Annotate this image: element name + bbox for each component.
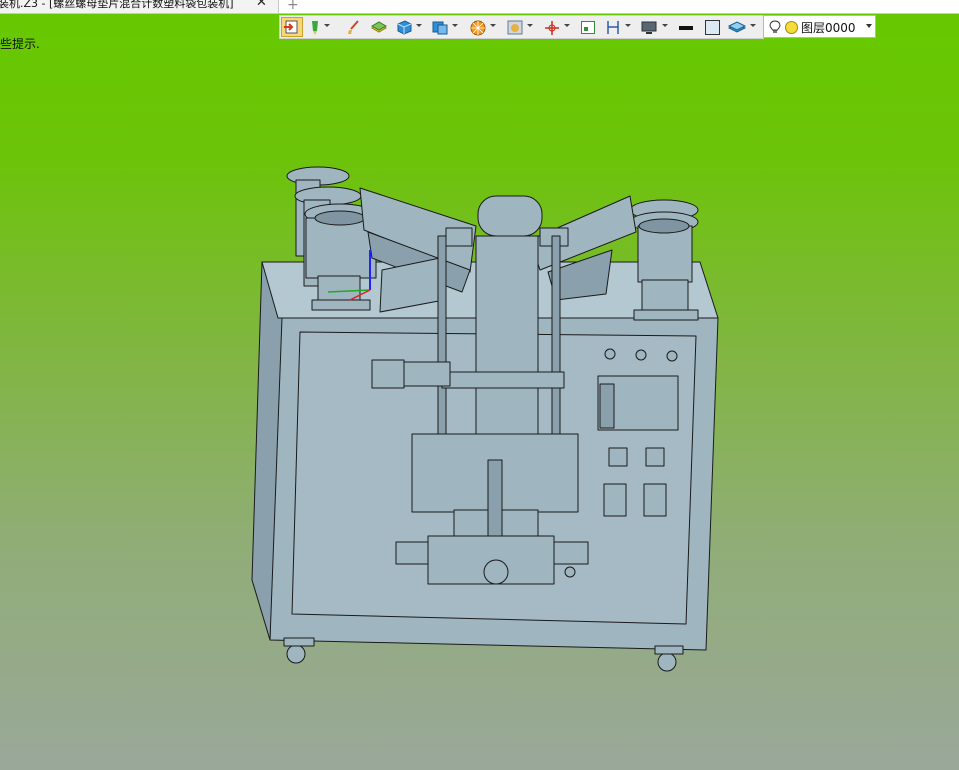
chevron-down-icon[interactable] — [662, 24, 668, 27]
toolbar — [279, 15, 764, 39]
line-weight-icon[interactable] — [677, 19, 695, 36]
exit-sketch-icon[interactable] — [281, 17, 303, 37]
tab-bar: 装机.Z3 - [螺丝螺母垫片混合计数塑料袋包装机] ✕ + — [0, 0, 959, 14]
color-swatch-icon[interactable] — [703, 19, 721, 36]
layer-name: 图层0000 — [801, 21, 856, 35]
grid-icon[interactable] — [580, 19, 596, 36]
light-bulb-icon[interactable] — [769, 20, 781, 34]
sphere-pattern-icon[interactable] — [469, 19, 487, 36]
new-tab-button[interactable]: + — [287, 0, 299, 13]
chevron-down-icon[interactable] — [452, 24, 458, 27]
document-tab[interactable]: 装机.Z3 - [螺丝螺母垫片混合计数塑料袋包装机] ✕ — [0, 0, 279, 13]
chevron-down-icon[interactable] — [416, 24, 422, 27]
close-icon[interactable]: ✕ — [256, 0, 267, 9]
layers-icon[interactable] — [370, 19, 388, 36]
pen-icon[interactable] — [308, 19, 322, 36]
dimension-icon[interactable] — [605, 19, 621, 36]
3d-viewport[interactable] — [0, 40, 959, 770]
view-cube-icon[interactable] — [431, 19, 449, 36]
layer-stack-icon[interactable] — [727, 19, 747, 36]
chevron-down-icon[interactable] — [564, 24, 570, 27]
chevron-down-icon[interactable] — [866, 24, 872, 28]
chevron-down-icon[interactable] — [527, 24, 533, 27]
render-icon[interactable] — [506, 19, 524, 36]
chevron-down-icon[interactable] — [490, 24, 496, 27]
layer-color-icon — [785, 21, 798, 34]
cube-icon[interactable] — [395, 19, 413, 36]
layer-dropdown[interactable]: 图层0000 — [763, 15, 876, 38]
axis-icon[interactable] — [543, 19, 561, 36]
tab-title: 装机.Z3 - [螺丝螺母垫片混合计数塑料袋包装机] — [0, 0, 234, 10]
chevron-down-icon[interactable] — [324, 24, 330, 27]
brush-icon[interactable] — [346, 19, 360, 36]
chevron-down-icon[interactable] — [750, 24, 756, 27]
packaging-machine-model[interactable] — [251, 166, 719, 672]
chevron-down-icon[interactable] — [625, 24, 631, 27]
monitor-icon[interactable] — [640, 19, 658, 36]
